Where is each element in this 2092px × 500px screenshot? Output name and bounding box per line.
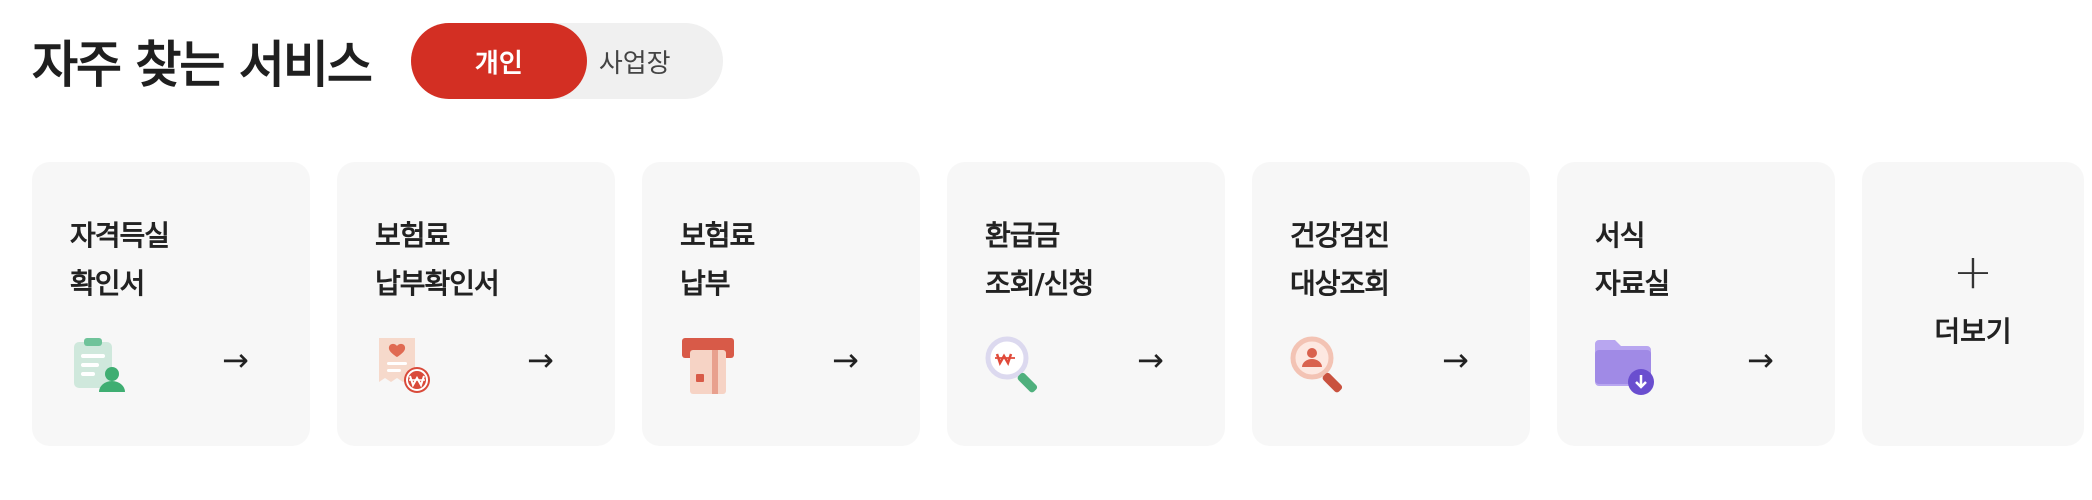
label-line2: 조회/신청	[985, 267, 1094, 300]
service-card-label: 보험료 납부	[680, 212, 755, 308]
label-line2: 확인서	[70, 267, 145, 300]
service-card-label: 보험료 납부확인서	[375, 212, 500, 308]
label-line1: 보험료	[680, 219, 755, 252]
label-line2: 납부확인서	[375, 267, 500, 300]
label-line2: 대상조회	[1290, 267, 1390, 300]
label-line1: 자격득실	[70, 219, 170, 252]
label-line1: 환급금	[985, 219, 1060, 252]
frequent-services-section: 자주 찾는 서비스 개인 사업장 자격득실 확인서 → 보험료 납부확인서 → …	[0, 0, 2092, 500]
service-card-health-checkup[interactable]: 건강검진 대상조회 →	[1252, 162, 1530, 446]
service-card-premium-receipt[interactable]: 보험료 납부확인서 →	[337, 162, 615, 446]
card-payment-icon	[682, 338, 734, 394]
label-line2: 납부	[680, 267, 731, 300]
premium-receipt-won-icon	[379, 338, 430, 393]
service-card-forms[interactable]: 서식 자료실 →	[1557, 162, 1835, 446]
service-card-premium-payment[interactable]: 보험료 납부 →	[642, 162, 920, 446]
arrow-right-icon: →	[527, 341, 554, 379]
service-card-label: 건강검진 대상조회	[1290, 212, 1390, 308]
label-line1: 건강검진	[1290, 219, 1390, 252]
arrow-right-icon: →	[222, 341, 249, 379]
more-label: 더보기	[1934, 315, 2012, 348]
arrow-right-icon: →	[1137, 341, 1164, 379]
service-card-label: 환급금 조회/신청	[985, 212, 1094, 308]
arrow-right-icon: →	[832, 341, 859, 379]
toggle-business[interactable]: 사업장	[587, 23, 723, 99]
refund-search-icon	[985, 336, 1038, 393]
service-cards: 자격득실 확인서 → 보험료 납부확인서 → 보험료 납부 → 환급금 조회/신…	[32, 162, 2084, 446]
arrow-right-icon: →	[1747, 341, 1774, 379]
plus-icon: +	[1952, 244, 1994, 300]
label-line1: 보험료	[375, 219, 450, 252]
more-services-card[interactable]: + 더보기	[1862, 162, 2084, 446]
folder-download-icon	[1595, 340, 1654, 395]
service-card-label: 서식 자료실	[1595, 212, 1670, 308]
service-card-label: 자격득실 확인서	[70, 212, 170, 308]
arrow-right-icon: →	[1442, 341, 1469, 379]
service-card-refund[interactable]: 환급금 조회/신청 →	[947, 162, 1225, 446]
label-line2: 자료실	[1595, 267, 1670, 300]
label-line1: 서식	[1595, 219, 1646, 252]
service-card-qualification[interactable]: 자격득실 확인서 →	[32, 162, 310, 446]
section-header: 자주 찾는 서비스 개인 사업장	[32, 20, 723, 102]
toggle-personal[interactable]: 개인	[410, 23, 587, 99]
qualification-doc-user-icon	[74, 338, 125, 392]
audience-toggle: 개인 사업장	[410, 23, 723, 99]
checkup-user-search-icon	[1290, 336, 1343, 393]
section-title: 자주 찾는 서비스	[32, 36, 373, 94]
